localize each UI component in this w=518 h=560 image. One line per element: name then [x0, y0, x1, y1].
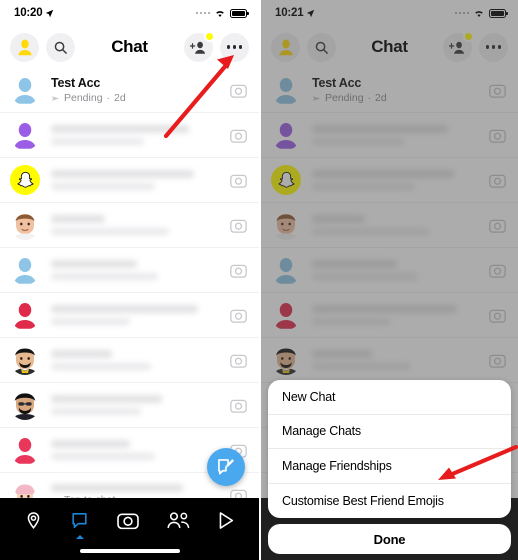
active-tab-indicator [75, 534, 84, 539]
camera-icon[interactable] [230, 218, 247, 233]
avatar [10, 120, 40, 150]
chat-row-text [51, 260, 230, 280]
status-right [195, 8, 249, 18]
nav-item-camera[interactable] [117, 511, 139, 530]
chat-bubble-icon [72, 512, 88, 528]
bitmoji-avatar-icon [12, 214, 38, 240]
chat-row[interactable] [0, 248, 259, 293]
chat-name: Test Acc [51, 76, 101, 90]
chat-row-text: Test Acc Pending · 2d [51, 76, 230, 104]
status-time: 10:20 [14, 7, 43, 19]
camera-icon[interactable] [230, 263, 247, 278]
nav-item-map[interactable] [24, 511, 43, 530]
wifi-icon [216, 11, 224, 17]
camera-icon[interactable] [230, 128, 247, 143]
done-button[interactable]: Done [268, 524, 511, 554]
chat-row-text [51, 350, 230, 370]
home-indicator [0, 542, 259, 560]
customise-best-friend-emojis-item[interactable]: Customise Best Friend Emojis [268, 484, 511, 519]
chat-row-text [51, 305, 230, 325]
play-triangle-icon [219, 511, 234, 529]
new-chat-item[interactable]: New Chat [268, 380, 511, 415]
manage-chats-item[interactable]: Manage Chats [268, 415, 511, 449]
chat-row[interactable] [0, 293, 259, 338]
chat-row-text [51, 395, 230, 415]
panel-before: 10:20 Chat Test Acc Pending · 2d [0, 0, 259, 560]
snapchat-chat-screen: 10:20 Chat Test Acc Pending · 2d [0, 0, 259, 560]
chat-header: Chat [0, 26, 259, 68]
chat-status-separator: · [106, 92, 111, 104]
signal-dots-icon [195, 11, 210, 15]
battery-full-icon [230, 8, 249, 18]
nav-item-friends[interactable] [167, 511, 190, 529]
bitmoji-avatar-icon [15, 484, 35, 498]
bottom-navigation[interactable] [0, 498, 259, 542]
friends-icon [167, 512, 189, 529]
status-bar: 10:20 [0, 0, 259, 26]
new-chat-fab[interactable] [207, 448, 245, 486]
add-friend-button[interactable] [184, 30, 215, 62]
location-arrow-icon [46, 9, 54, 17]
camera-icon[interactable] [230, 83, 247, 98]
camera-icon[interactable] [230, 308, 247, 323]
chat-row-text [51, 125, 230, 145]
avatar [10, 300, 40, 330]
bitmoji-avatar-icon [12, 393, 38, 420]
header-actions [184, 30, 249, 62]
chat-row-text [51, 215, 230, 235]
avatar [10, 255, 40, 285]
more-options-icon [226, 45, 243, 49]
chat-row[interactable] [0, 338, 259, 383]
avatar [10, 345, 40, 375]
snapchat-ghost-icon [17, 171, 33, 188]
comparison-screenshot: 10:20 Chat Test Acc Pending · 2d 10:21 C… [0, 0, 518, 560]
more-options-button[interactable] [220, 32, 249, 62]
chat-row-text: Tap to chat [51, 484, 230, 498]
chat-row[interactable] [0, 158, 259, 203]
chat-row[interactable] [0, 383, 259, 428]
chat-list[interactable]: Test Acc Pending · 2d [0, 68, 259, 498]
avatar [10, 165, 40, 195]
sent-arrow-icon [51, 95, 60, 101]
action-sheet: New Chat Manage Chats Manage Friendships… [261, 380, 518, 560]
camera-icon [117, 513, 139, 529]
action-sheet-options: New Chat Manage Chats Manage Friendships… [268, 380, 511, 518]
chat-row[interactable] [0, 203, 259, 248]
notification-dot [204, 30, 215, 42]
camera-icon[interactable] [230, 398, 247, 413]
chat-row-test-acc[interactable]: Test Acc Pending · 2d [0, 68, 259, 113]
bitmoji-avatar-icon [12, 348, 38, 375]
avatar [10, 480, 40, 498]
avatar [10, 435, 40, 465]
chat-row-text [51, 440, 230, 460]
nav-item-spotlight[interactable] [217, 511, 235, 530]
chat-status-text: Pending [64, 92, 103, 104]
chat-status: Pending · 2d [51, 92, 230, 104]
chat-row-text [51, 170, 230, 190]
nav-item-chat[interactable] [70, 511, 89, 539]
camera-icon[interactable] [230, 173, 247, 188]
avatar [10, 75, 40, 105]
chat-row[interactable] [0, 113, 259, 158]
add-friend-icon [190, 41, 206, 54]
manage-friendships-item[interactable]: Manage Friendships [268, 449, 511, 484]
camera-icon[interactable] [230, 353, 247, 368]
status-left: 10:20 [14, 7, 54, 19]
compose-chat-icon [218, 459, 234, 475]
avatar [10, 210, 40, 240]
location-pin-icon [27, 511, 40, 529]
panel-after: 10:21 Chat Test Acc Pending · 2d New Cha… [259, 0, 518, 560]
chat-time: 2d [114, 92, 126, 104]
camera-icon[interactable] [230, 488, 247, 499]
avatar [10, 390, 40, 420]
